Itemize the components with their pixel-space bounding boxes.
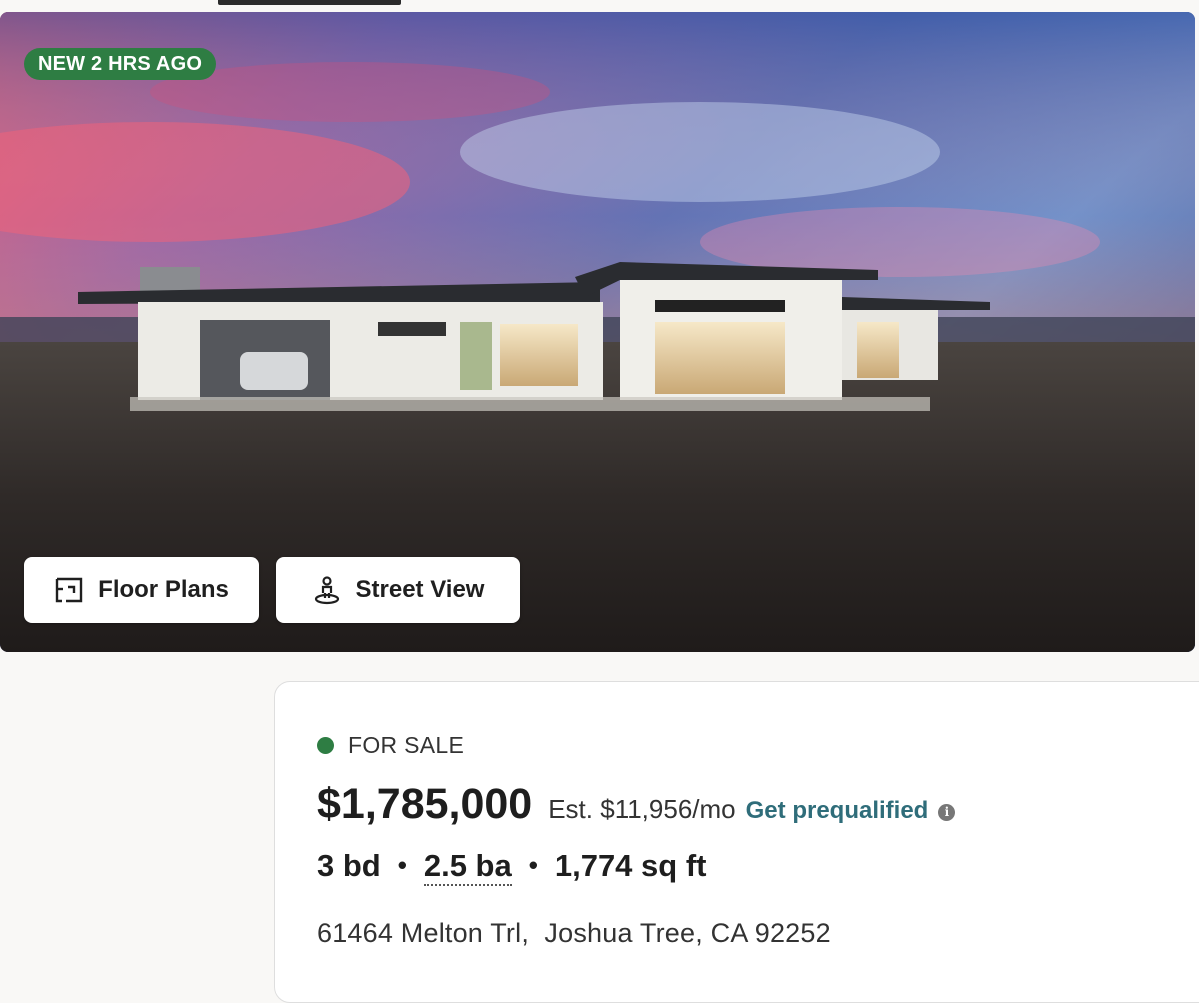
beds-count: 3 bd bbox=[317, 848, 381, 883]
estimated-payment: Est. $11,956/mo bbox=[548, 794, 736, 824]
floor-plan-icon bbox=[54, 575, 84, 605]
floor-plans-label: Floor Plans bbox=[98, 576, 229, 603]
listing-summary-card: FOR SALE $1,785,000 Est. $11,956/mo Get … bbox=[274, 681, 1199, 1003]
floor-plans-button[interactable]: Floor Plans bbox=[24, 557, 259, 623]
street-view-button[interactable]: Street View bbox=[276, 557, 520, 623]
baths-count[interactable]: 2.5 ba bbox=[423, 848, 512, 886]
listing-address: 61464 Melton Trl, Joshua Tree, CA 92252 bbox=[317, 918, 831, 948]
fact-separator: • bbox=[397, 850, 407, 880]
price-row: $1,785,000 Est. $11,956/mo Get prequalif… bbox=[317, 780, 956, 829]
square-footage: 1,774 sq ft bbox=[554, 848, 707, 883]
info-icon[interactable]: i bbox=[938, 803, 956, 821]
new-listing-badge: NEW 2 HRS AGO bbox=[24, 48, 217, 80]
active-tab-indicator bbox=[218, 0, 401, 5]
get-prequalified-link[interactable]: Get prequalified bbox=[746, 797, 929, 825]
listing-photo[interactable]: NEW 2 HRS AGO Floor Plans Street View bbox=[0, 12, 1195, 652]
house-photo bbox=[0, 12, 1195, 652]
home-facts: 3 bd • 2.5 ba • 1,774 sq ft bbox=[317, 848, 706, 886]
fact-separator: • bbox=[528, 850, 538, 880]
status-dot-icon bbox=[317, 737, 334, 754]
street-view-label: Street View bbox=[355, 576, 485, 603]
street-view-person-icon bbox=[312, 575, 342, 605]
listing-status: FOR SALE bbox=[317, 732, 464, 759]
status-label: FOR SALE bbox=[348, 732, 465, 758]
listing-price: $1,785,000 bbox=[317, 780, 533, 828]
